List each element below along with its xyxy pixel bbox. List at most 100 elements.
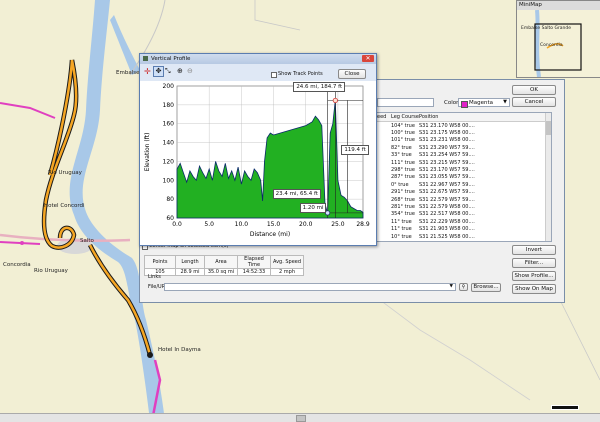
cell-leg-course: 268° true	[391, 196, 415, 203]
y-tick-label: 80	[166, 196, 174, 203]
show-on-map-button[interactable]: Show On Map	[512, 284, 556, 294]
map-label-rio-uruguay-north: Rio Uruguay	[48, 170, 82, 176]
cell-leg-course: 11° true	[391, 226, 412, 233]
column-header-position[interactable]: Position	[419, 114, 438, 120]
cell-leg-course: 101° true	[391, 137, 415, 144]
cell-leg-course: 33° true	[391, 152, 412, 159]
column-header-speed[interactable]: eed	[377, 114, 386, 120]
cell-leg-course: 11° true	[391, 218, 412, 225]
link-icon-button[interactable]: ⚲	[459, 283, 468, 291]
show-profile-button[interactable]: Show Profile...	[512, 271, 556, 281]
color-value: Magenta	[469, 100, 494, 106]
map-label-salto: Salto	[80, 238, 94, 244]
map-label-hotel-in-dayma: Hotel In Dayma	[158, 347, 201, 353]
cell-position: S31 23.055 W57 59....	[419, 174, 475, 181]
y-tick-label: 100	[163, 177, 175, 184]
stats-value: 2 mph	[270, 268, 304, 276]
cancel-button[interactable]: Cancel	[512, 97, 556, 107]
zoom-in-icon[interactable]: ⊕	[177, 67, 183, 75]
stats-header: Length	[175, 255, 205, 269]
stats-header: Elapsed Time	[237, 255, 271, 269]
x-tick-label: 28.9	[356, 221, 370, 228]
app-icon	[143, 56, 148, 61]
table-header: eed Leg Course Position	[377, 113, 551, 122]
cell-leg-course: 10° true	[391, 233, 412, 240]
zoom-out-icon[interactable]: ⊖	[187, 67, 193, 75]
x-tick-label: 10.0	[235, 221, 249, 228]
elevation-chart[interactable]: 60801001201401601802000.0 5.0 10.0 15.0 20.0…	[140, 81, 376, 245]
cell-position: S31 23.254 W57 59....	[419, 152, 475, 159]
x-tick-label: 5.0	[204, 221, 214, 228]
cell-position: S31 23.175 W58 00....	[419, 129, 475, 136]
window-title: Vertical Profile	[151, 56, 191, 62]
map-label-embalse: Embalse	[116, 70, 140, 76]
cell-leg-course: 287° true	[391, 174, 415, 181]
cell-position: S31 23.290 W57 59....	[419, 144, 475, 151]
y-tick-label: 180	[163, 102, 175, 109]
column-header-leg-course[interactable]: Leg Course	[391, 114, 419, 120]
color-select[interactable]: Magenta ▼	[458, 98, 510, 108]
callout-horizontal-delta: 1.20 mi	[299, 202, 327, 213]
cell-position: S31 23.231 W58 00....	[419, 137, 475, 144]
map-label-hotel-concordia: Hotel Concordi	[44, 203, 85, 209]
cell-leg-course: 354° true	[391, 211, 415, 218]
x-tick-label: 0.0	[172, 221, 182, 228]
ok-button[interactable]: OK	[512, 85, 556, 95]
cell-position: S31 22.229 W58 00....	[419, 218, 475, 225]
minimap-label-embalse: Embalse Salto Grande	[521, 26, 572, 31]
y-tick-label: 140	[163, 140, 175, 147]
window-close-button[interactable]: ✕	[362, 55, 374, 62]
minimap-title: MiniMap	[517, 1, 600, 10]
table-scrollbar[interactable]	[545, 113, 551, 241]
cell-leg-course: 298° true	[391, 166, 415, 173]
stats-header: Avg. Speed	[270, 255, 304, 269]
crosshair-icon[interactable]: ✛	[144, 67, 151, 76]
cell-position: S31 22.579 W57 59....	[419, 196, 475, 203]
road	[0, 233, 131, 243]
minimap[interactable]: MiniMap Embalse Salto Grande Concordia	[516, 0, 600, 78]
minimap-label-concordia: Concordia	[540, 43, 563, 48]
cell-position: S31 22.967 W57 59....	[419, 181, 475, 188]
cell-position: S31 21.525 W58 00....	[419, 233, 475, 240]
cell-position: S31 23.170 W57 59....	[419, 166, 475, 173]
cell-leg-course: 82° true	[391, 144, 412, 151]
track-points-table[interactable]: eed Leg Course Position 104° true S31 23.…	[376, 112, 552, 242]
stats-header: Area	[204, 255, 238, 269]
callout-bottom-point: 23.4 mi, 65.4 ft	[272, 188, 321, 199]
map-scale-bar	[551, 405, 579, 410]
cell-position: S31 22.675 W57 59....	[419, 189, 475, 196]
cell-leg-course: 111° true	[391, 159, 415, 166]
cell-leg-course: 0° true	[391, 181, 409, 188]
chevron-down-icon[interactable]: ▼	[450, 284, 453, 289]
cell-position: S31 22.517 W58 00....	[419, 211, 475, 218]
x-tick-label: 15.0	[267, 221, 281, 228]
y-axis-label: Elevation (ft)	[144, 133, 151, 172]
links-label: Links	[148, 274, 161, 280]
stats-header: Points	[144, 255, 176, 269]
browse-button[interactable]: Browse...	[471, 283, 501, 292]
track-name-field[interactable]	[377, 98, 434, 107]
x-axis-label: Distance (mi)	[250, 231, 290, 238]
show-track-points-checkbox[interactable]	[271, 72, 277, 78]
stats-value: 35.0 sq mi	[204, 268, 238, 276]
close-button[interactable]: Close	[338, 69, 366, 79]
map-label-rio-uruguay-south: Rio Uruguay	[34, 268, 68, 274]
link-icon: ⚲	[461, 284, 466, 290]
invert-button[interactable]: Invert	[512, 245, 556, 255]
cell-leg-course: 291° true	[391, 189, 415, 196]
filter-button[interactable]: Filter...	[512, 258, 556, 268]
callout-vertical-delta: 119.4 ft	[341, 144, 369, 155]
cell-leg-course: 281° true	[391, 203, 415, 210]
show-track-points-label: Show Track Points	[278, 71, 323, 77]
cell-leg-course: 104° true	[391, 122, 415, 129]
profile-toolbar: ✛ ✥ ⤡ ⊕ ⊖	[142, 66, 202, 77]
stats-value: 14:52:33	[237, 268, 271, 276]
file-url-input[interactable]: ▼	[164, 283, 456, 291]
cell-position: S31 23.170 W58 00....	[419, 122, 475, 129]
pan-tool-icon[interactable]: ✥	[153, 66, 164, 77]
table-row[interactable]: 10° true S31 21.525 W58 00....	[377, 233, 545, 241]
track-stats-table: Points Length Area Elapsed Time Avg. Speed 1…	[144, 255, 304, 276]
select-tool-icon[interactable]: ⤡	[165, 67, 171, 76]
marker-top-point	[332, 97, 338, 104]
vertical-profile-titlebar[interactable]: Vertical Profile ✕	[140, 54, 376, 64]
